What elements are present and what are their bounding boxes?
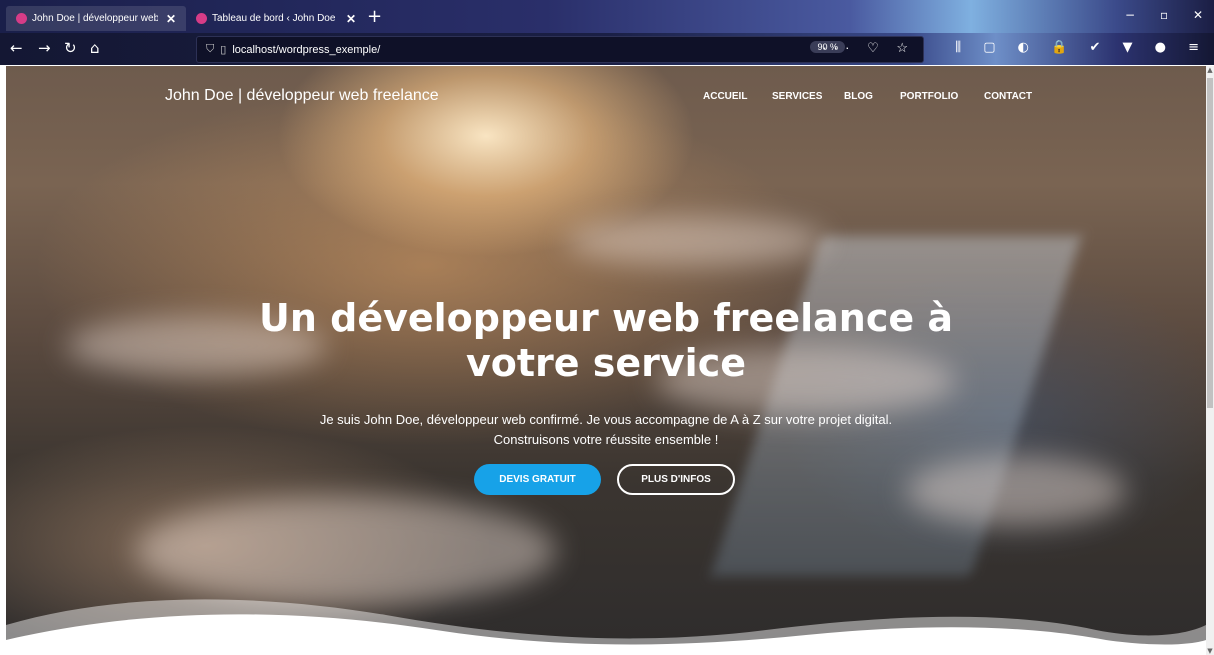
tab-close-icon[interactable]: ✕ [346,12,356,26]
hero-title: Un développeur web freelance à votre ser… [6,296,1206,386]
reload-button[interactable]: ↻ [64,39,77,57]
scroll-down-icon[interactable]: ▼ [1206,647,1214,655]
close-window-button[interactable]: ✕ [1193,8,1203,22]
menu-item-services[interactable]: SERVICES [772,91,822,102]
new-tab-button[interactable]: + [367,6,382,27]
menu-item-portfolio[interactable]: PORTFOLIO [900,91,958,102]
site-title[interactable]: John Doe | développeur web freelance [165,87,439,105]
page-actions-icons[interactable]: ··· ♡ ☆ [822,40,915,56]
wave-divider [6,599,1206,655]
toolbar-icons[interactable]: ⫼ ▢ ◐ 🔒 ✔ ▼ ● ≡ [955,40,1208,55]
cloud [906,456,1126,526]
tab-title: John Doe | développeur web fr [32,13,158,24]
favicon-icon [16,13,27,24]
hero-subtitle-line: Je suis John Doe, développeur web confir… [319,412,893,427]
favicon-icon [196,13,207,24]
menu-item-contact[interactable]: CONTACT [984,91,1032,102]
browser-toolbar: ← → ↻ ⌂ ⛉ ▯ localhost/wordpress_exemple/… [0,33,1214,65]
back-button[interactable]: ← [10,39,23,57]
devis-gratuit-button[interactable]: DEVIS GRATUIT [474,464,601,495]
scroll-thumb[interactable] [1207,78,1213,408]
shield-icon[interactable]: ⛉ [206,43,214,56]
hero-section: John Doe | développeur web freelance ACC… [6,66,1206,655]
home-button[interactable]: ⌂ [90,39,100,57]
tab-title: Tableau de bord ‹ John Doe | dé [212,13,338,24]
hero-title-line: Un développeur web freelance à [258,296,953,340]
tab-close-icon[interactable]: ✕ [166,12,176,26]
hero-subtitle-line: Construisons votre réussite ensemble ! [493,432,719,447]
hero-subtitle: Je suis John Doe, développeur web confir… [6,410,1206,450]
scroll-up-icon[interactable]: ▲ [1206,66,1214,74]
maximize-button[interactable]: ▫ [1160,8,1168,22]
browser-tab-bar: John Doe | développeur web fr ✕ Tableau … [0,0,1214,33]
page-icon: ▯ [220,44,227,56]
forward-button[interactable]: → [38,39,51,57]
tab-active[interactable]: John Doe | développeur web fr ✕ [6,6,186,31]
plus-d-infos-button[interactable]: PLUS D'INFOS [617,464,735,495]
menu-item-blog[interactable]: BLOG [844,91,873,102]
url-bar[interactable]: ⛉ ▯ localhost/wordpress_exemple/ 90 % ··… [196,36,924,63]
menu-item-accueil[interactable]: ACCUEIL [703,91,747,102]
hero-title-line: votre service [465,341,746,385]
cloud [566,216,826,266]
page-scrollbar[interactable]: ▲ ▼ [1206,66,1214,655]
minimize-button[interactable]: − [1125,8,1135,22]
url-text[interactable]: localhost/wordpress_exemple/ [232,44,380,56]
tab-inactive[interactable]: Tableau de bord ‹ John Doe | dé ✕ [186,6,358,31]
